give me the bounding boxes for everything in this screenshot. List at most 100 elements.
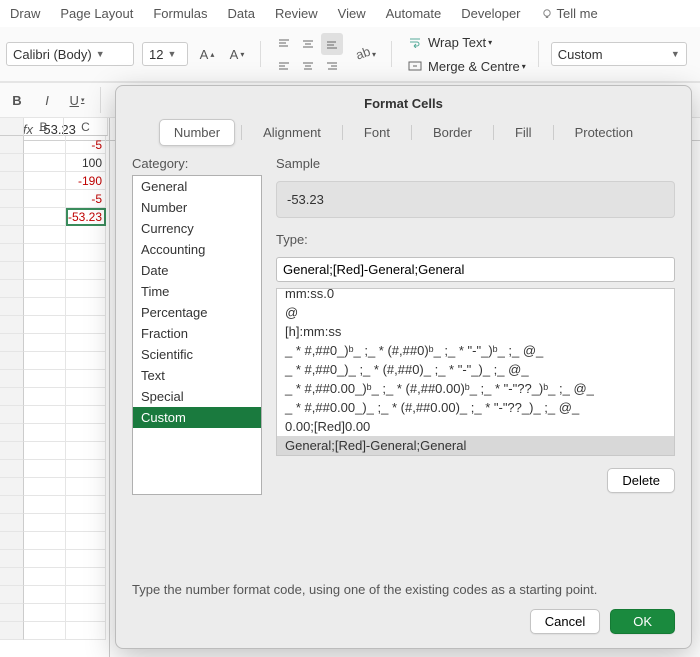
cell[interactable]: -190 [66, 172, 106, 190]
tab-formulas[interactable]: Formulas [153, 6, 207, 21]
table-row[interactable] [0, 262, 109, 280]
table-row[interactable] [0, 550, 109, 568]
table-row[interactable] [0, 298, 109, 316]
col-header-b[interactable]: B [24, 118, 64, 136]
tab-automate[interactable]: Automate [386, 6, 442, 21]
col-header-c[interactable]: C [64, 118, 108, 136]
type-option[interactable]: _ * #,##0.00_)_ ;_ * (#,##0.00)_ ;_ * "-… [277, 398, 674, 417]
table-row[interactable]: -190 [0, 172, 109, 190]
table-row[interactable]: -53.23 [0, 208, 109, 226]
tab-page-layout[interactable]: Page Layout [60, 6, 133, 21]
cell[interactable] [66, 316, 106, 334]
increase-font-icon[interactable]: A▴ [196, 43, 218, 65]
tab-review[interactable]: Review [275, 6, 318, 21]
category-item[interactable]: General [133, 176, 261, 197]
type-option[interactable]: [h]:mm:ss [277, 322, 674, 341]
bold-icon[interactable]: B [6, 89, 28, 111]
type-option[interactable]: _ * #,##0_)_ ;_ * (#,##0)_ ;_ * "-"_)_ ;… [277, 360, 674, 379]
category-item[interactable]: Text [133, 365, 261, 386]
tab-border[interactable]: Border [418, 119, 487, 146]
cell[interactable]: -5 [66, 190, 106, 208]
category-item[interactable]: Fraction [133, 323, 261, 344]
table-row[interactable] [0, 496, 109, 514]
tab-fill[interactable]: Fill [500, 119, 547, 146]
tab-developer[interactable]: Developer [461, 6, 520, 21]
cell[interactable] [66, 568, 106, 586]
align-bottom-icon[interactable] [321, 33, 343, 55]
table-row[interactable] [0, 280, 109, 298]
decrease-font-icon[interactable]: A▾ [226, 43, 248, 65]
wrap-text-label[interactable]: Wrap Text [428, 35, 486, 50]
cell[interactable] [66, 442, 106, 460]
spreadsheet-grid[interactable]: B C -5100-190-5-53.23 [0, 118, 110, 657]
underline-icon[interactable]: U▾ [66, 89, 88, 111]
type-input[interactable] [276, 257, 675, 282]
table-row[interactable]: 100 [0, 154, 109, 172]
category-item[interactable]: Special [133, 386, 261, 407]
category-item[interactable]: Accounting [133, 239, 261, 260]
table-row[interactable] [0, 460, 109, 478]
tell-me[interactable]: Tell me [541, 6, 598, 21]
table-row[interactable] [0, 244, 109, 262]
cell[interactable] [66, 334, 106, 352]
table-row[interactable] [0, 316, 109, 334]
align-left-icon[interactable] [273, 55, 295, 77]
tab-font[interactable]: Font [349, 119, 405, 146]
tab-number[interactable]: Number [159, 119, 235, 146]
category-item[interactable]: Currency [133, 218, 261, 239]
cell[interactable] [66, 226, 106, 244]
table-row[interactable] [0, 604, 109, 622]
cell[interactable] [66, 424, 106, 442]
table-row[interactable]: -5 [0, 136, 109, 154]
select-all-corner[interactable] [0, 118, 24, 136]
type-option[interactable]: General;[Red]-General;General [277, 436, 674, 455]
table-row[interactable] [0, 388, 109, 406]
category-item[interactable]: Time [133, 281, 261, 302]
orientation-icon[interactable]: ab▾ [351, 43, 379, 65]
merge-icon[interactable] [404, 55, 426, 77]
cell[interactable] [66, 532, 106, 550]
category-list[interactable]: GeneralNumberCurrencyAccountingDateTimeP… [132, 175, 262, 495]
cell[interactable] [66, 280, 106, 298]
type-list[interactable]: d/m/yy h:mmmm:ssmm:ss.0@[h]:mm:ss_ * #,#… [276, 288, 675, 456]
align-top-icon[interactable] [273, 33, 295, 55]
type-option[interactable]: mm:ss.0 [277, 288, 674, 303]
cell[interactable]: -5 [66, 136, 106, 154]
table-row[interactable] [0, 334, 109, 352]
cell[interactable] [66, 586, 106, 604]
font-name-select[interactable]: Calibri (Body) ▼ [6, 42, 134, 66]
table-row[interactable]: -5 [0, 190, 109, 208]
cell[interactable] [66, 460, 106, 478]
delete-button[interactable]: Delete [607, 468, 675, 493]
type-option[interactable]: 0.00;[Red]0.00 [277, 417, 674, 436]
cancel-button[interactable]: Cancel [530, 609, 600, 634]
tab-view[interactable]: View [338, 6, 366, 21]
category-item[interactable]: Custom [133, 407, 261, 428]
type-option[interactable]: _ * #,##0.00_)ᵇ_ ;_ * (#,##0.00)ᵇ_ ;_ * … [277, 379, 674, 398]
cell[interactable] [66, 514, 106, 532]
cell[interactable] [66, 244, 106, 262]
italic-icon[interactable]: I [36, 89, 58, 111]
font-size-select[interactable]: 12 ▼ [142, 42, 188, 66]
chevron-down-icon[interactable]: ▾ [522, 62, 526, 71]
chevron-down-icon[interactable]: ▾ [488, 38, 492, 47]
cell[interactable] [66, 496, 106, 514]
tab-data[interactable]: Data [228, 6, 255, 21]
cell[interactable] [66, 388, 106, 406]
table-row[interactable] [0, 226, 109, 244]
table-row[interactable] [0, 568, 109, 586]
table-row[interactable] [0, 370, 109, 388]
tab-draw[interactable]: Draw [10, 6, 40, 21]
category-item[interactable]: Number [133, 197, 261, 218]
table-row[interactable] [0, 622, 109, 640]
merge-centre-label[interactable]: Merge & Centre [428, 59, 520, 74]
wrap-text-icon[interactable] [404, 31, 426, 53]
table-row[interactable] [0, 532, 109, 550]
align-middle-icon[interactable] [297, 33, 319, 55]
table-row[interactable] [0, 478, 109, 496]
category-item[interactable]: Scientific [133, 344, 261, 365]
align-right-icon[interactable] [321, 55, 343, 77]
table-row[interactable] [0, 442, 109, 460]
cell[interactable]: -53.23 [66, 208, 106, 226]
cell[interactable]: 100 [66, 154, 106, 172]
